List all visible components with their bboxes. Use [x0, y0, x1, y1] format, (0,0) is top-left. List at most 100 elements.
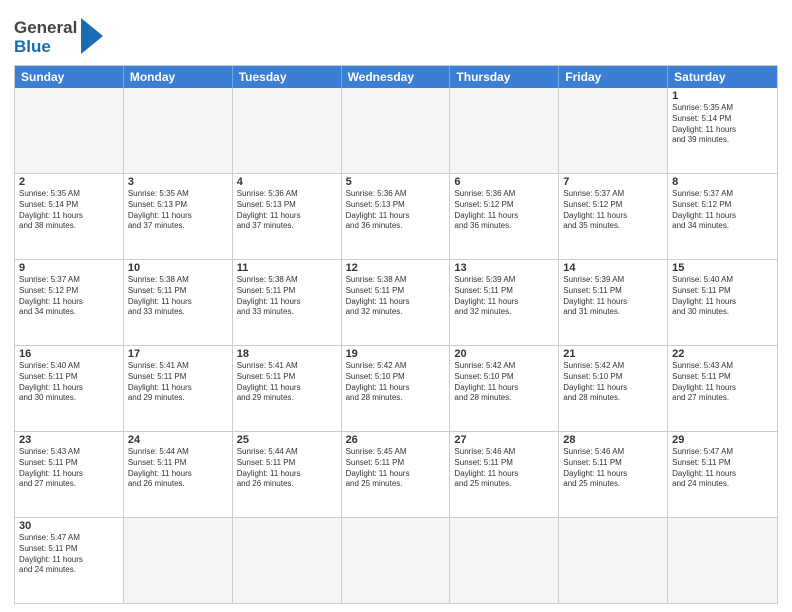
day-info: Sunrise: 5:39 AM Sunset: 5:11 PM Dayligh…	[454, 275, 554, 318]
day-header-monday: Monday	[124, 66, 233, 88]
day-cell	[450, 88, 559, 173]
day-number: 30	[19, 520, 119, 532]
day-number: 8	[672, 176, 773, 188]
day-number: 20	[454, 348, 554, 360]
header: General Blue	[14, 10, 778, 59]
day-header-tuesday: Tuesday	[233, 66, 342, 88]
logo-triangle-icon	[81, 18, 103, 59]
day-cell	[668, 518, 777, 603]
logo-general-text: General	[14, 19, 77, 38]
logo-icon: General Blue	[14, 16, 103, 59]
day-header-thursday: Thursday	[450, 66, 559, 88]
day-number: 27	[454, 434, 554, 446]
day-number: 3	[128, 176, 228, 188]
day-cell: 28Sunrise: 5:46 AM Sunset: 5:11 PM Dayli…	[559, 432, 668, 517]
day-number: 5	[346, 176, 446, 188]
day-number: 22	[672, 348, 773, 360]
day-cell	[124, 518, 233, 603]
day-info: Sunrise: 5:44 AM Sunset: 5:11 PM Dayligh…	[237, 447, 337, 490]
day-number: 15	[672, 262, 773, 274]
day-cell	[450, 518, 559, 603]
day-cell: 19Sunrise: 5:42 AM Sunset: 5:10 PM Dayli…	[342, 346, 451, 431]
day-info: Sunrise: 5:43 AM Sunset: 5:11 PM Dayligh…	[19, 447, 119, 490]
day-info: Sunrise: 5:46 AM Sunset: 5:11 PM Dayligh…	[454, 447, 554, 490]
page: General Blue SundayMondayTuesdayWednesda…	[0, 0, 792, 612]
day-number: 28	[563, 434, 663, 446]
calendar: SundayMondayTuesdayWednesdayThursdayFrid…	[14, 65, 778, 604]
day-cell	[342, 88, 451, 173]
day-info: Sunrise: 5:42 AM Sunset: 5:10 PM Dayligh…	[563, 361, 663, 404]
day-info: Sunrise: 5:41 AM Sunset: 5:11 PM Dayligh…	[128, 361, 228, 404]
day-cell: 12Sunrise: 5:38 AM Sunset: 5:11 PM Dayli…	[342, 260, 451, 345]
day-info: Sunrise: 5:42 AM Sunset: 5:10 PM Dayligh…	[346, 361, 446, 404]
day-cell	[233, 88, 342, 173]
week-row-5: 30Sunrise: 5:47 AM Sunset: 5:11 PM Dayli…	[15, 517, 777, 603]
day-cell: 30Sunrise: 5:47 AM Sunset: 5:11 PM Dayli…	[15, 518, 124, 603]
day-cell	[124, 88, 233, 173]
day-number: 29	[672, 434, 773, 446]
day-number: 23	[19, 434, 119, 446]
day-info: Sunrise: 5:36 AM Sunset: 5:12 PM Dayligh…	[454, 189, 554, 232]
day-info: Sunrise: 5:40 AM Sunset: 5:11 PM Dayligh…	[672, 275, 773, 318]
day-cell: 21Sunrise: 5:42 AM Sunset: 5:10 PM Dayli…	[559, 346, 668, 431]
day-info: Sunrise: 5:44 AM Sunset: 5:11 PM Dayligh…	[128, 447, 228, 490]
day-cell: 24Sunrise: 5:44 AM Sunset: 5:11 PM Dayli…	[124, 432, 233, 517]
day-cell: 15Sunrise: 5:40 AM Sunset: 5:11 PM Dayli…	[668, 260, 777, 345]
day-info: Sunrise: 5:47 AM Sunset: 5:11 PM Dayligh…	[19, 533, 119, 576]
day-number: 9	[19, 262, 119, 274]
day-number: 19	[346, 348, 446, 360]
week-row-2: 9Sunrise: 5:37 AM Sunset: 5:12 PM Daylig…	[15, 259, 777, 345]
day-cell: 2Sunrise: 5:35 AM Sunset: 5:14 PM Daylig…	[15, 174, 124, 259]
day-header-friday: Friday	[559, 66, 668, 88]
day-cell	[233, 518, 342, 603]
day-cell: 17Sunrise: 5:41 AM Sunset: 5:11 PM Dayli…	[124, 346, 233, 431]
day-number: 11	[237, 262, 337, 274]
logo: General Blue	[14, 14, 103, 59]
day-number: 16	[19, 348, 119, 360]
day-cell	[559, 88, 668, 173]
day-cell: 8Sunrise: 5:37 AM Sunset: 5:12 PM Daylig…	[668, 174, 777, 259]
day-info: Sunrise: 5:41 AM Sunset: 5:11 PM Dayligh…	[237, 361, 337, 404]
day-header-wednesday: Wednesday	[342, 66, 451, 88]
day-number: 18	[237, 348, 337, 360]
day-info: Sunrise: 5:36 AM Sunset: 5:13 PM Dayligh…	[346, 189, 446, 232]
day-number: 4	[237, 176, 337, 188]
day-cell	[342, 518, 451, 603]
day-cell: 5Sunrise: 5:36 AM Sunset: 5:13 PM Daylig…	[342, 174, 451, 259]
day-number: 14	[563, 262, 663, 274]
day-cell: 18Sunrise: 5:41 AM Sunset: 5:11 PM Dayli…	[233, 346, 342, 431]
day-cell: 22Sunrise: 5:43 AM Sunset: 5:11 PM Dayli…	[668, 346, 777, 431]
day-info: Sunrise: 5:47 AM Sunset: 5:11 PM Dayligh…	[672, 447, 773, 490]
day-cell: 27Sunrise: 5:46 AM Sunset: 5:11 PM Dayli…	[450, 432, 559, 517]
day-number: 21	[563, 348, 663, 360]
day-info: Sunrise: 5:38 AM Sunset: 5:11 PM Dayligh…	[346, 275, 446, 318]
day-cell: 16Sunrise: 5:40 AM Sunset: 5:11 PM Dayli…	[15, 346, 124, 431]
logo-word: General Blue	[14, 19, 77, 56]
day-cell: 25Sunrise: 5:44 AM Sunset: 5:11 PM Dayli…	[233, 432, 342, 517]
day-cell: 6Sunrise: 5:36 AM Sunset: 5:12 PM Daylig…	[450, 174, 559, 259]
day-info: Sunrise: 5:37 AM Sunset: 5:12 PM Dayligh…	[19, 275, 119, 318]
day-cell: 20Sunrise: 5:42 AM Sunset: 5:10 PM Dayli…	[450, 346, 559, 431]
day-header-sunday: Sunday	[15, 66, 124, 88]
day-header-saturday: Saturday	[668, 66, 777, 88]
day-number: 10	[128, 262, 228, 274]
day-info: Sunrise: 5:42 AM Sunset: 5:10 PM Dayligh…	[454, 361, 554, 404]
day-info: Sunrise: 5:45 AM Sunset: 5:11 PM Dayligh…	[346, 447, 446, 490]
day-info: Sunrise: 5:35 AM Sunset: 5:14 PM Dayligh…	[672, 103, 773, 146]
day-cell: 11Sunrise: 5:38 AM Sunset: 5:11 PM Dayli…	[233, 260, 342, 345]
day-info: Sunrise: 5:40 AM Sunset: 5:11 PM Dayligh…	[19, 361, 119, 404]
weeks: 1Sunrise: 5:35 AM Sunset: 5:14 PM Daylig…	[15, 88, 777, 603]
day-number: 6	[454, 176, 554, 188]
day-number: 25	[237, 434, 337, 446]
day-cell: 1Sunrise: 5:35 AM Sunset: 5:14 PM Daylig…	[668, 88, 777, 173]
day-info: Sunrise: 5:36 AM Sunset: 5:13 PM Dayligh…	[237, 189, 337, 232]
day-cell: 26Sunrise: 5:45 AM Sunset: 5:11 PM Dayli…	[342, 432, 451, 517]
week-row-3: 16Sunrise: 5:40 AM Sunset: 5:11 PM Dayli…	[15, 345, 777, 431]
day-info: Sunrise: 5:38 AM Sunset: 5:11 PM Dayligh…	[128, 275, 228, 318]
day-info: Sunrise: 5:37 AM Sunset: 5:12 PM Dayligh…	[563, 189, 663, 232]
day-cell	[15, 88, 124, 173]
day-info: Sunrise: 5:35 AM Sunset: 5:14 PM Dayligh…	[19, 189, 119, 232]
day-cell	[559, 518, 668, 603]
day-cell: 3Sunrise: 5:35 AM Sunset: 5:13 PM Daylig…	[124, 174, 233, 259]
day-number: 1	[672, 90, 773, 102]
